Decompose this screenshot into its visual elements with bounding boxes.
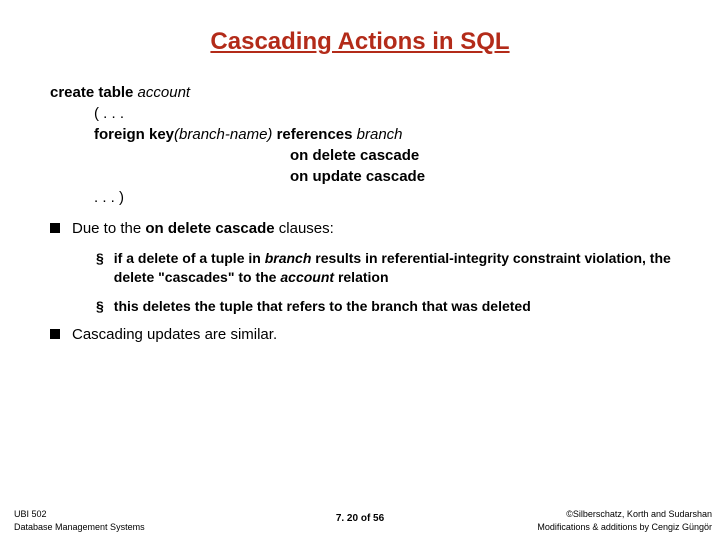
code-ident-branch: branch [357,126,403,143]
bullets-container: Due to the on delete cascade clauses: § if… [50,218,690,345]
footer: UBI 502 ©Silberschatz, Korth and Sudarsh… [0,509,720,532]
code-ident-col: (branch-name) [174,126,272,143]
code-keyword-fk: foreign key [94,126,174,143]
bullet-text: Due to the on delete cascade clauses: [72,218,690,239]
square-bullet-icon [50,329,60,339]
sub-bullet-item: § if a delete of a tuple in branch result… [96,249,690,287]
sub-bullets: § if a delete of a tuple in branch result… [96,249,690,316]
code-line-1: create table account [50,82,690,103]
footer-page: 7. 20 of 56 [0,513,720,524]
code-keyword-ref: references [277,126,357,143]
code-line-3: foreign key(branch-name) references bran… [94,124,690,145]
sub-bullet-text: this deletes the tuple that refers to th… [114,297,690,316]
code-line-2: ( . . . [94,103,690,124]
bullet-item: Cascading updates are similar. [50,324,690,345]
code-keyword-create: create table [50,84,138,101]
section-sign-icon: § [96,297,104,315]
code-line-6: . . . ) [94,187,690,208]
code-line-5: on update cascade [290,166,690,187]
sub-bullet-item: § this deletes the tuple that refers to t… [96,297,690,316]
section-sign-icon: § [96,249,104,267]
code-line-4: on delete cascade [290,145,690,166]
sub-bullet-text: if a delete of a tuple in branch results… [114,249,690,287]
square-bullet-icon [50,223,60,233]
code-ident-account: account [138,84,191,101]
bullet-text: Cascading updates are similar. [72,324,690,345]
slide-title: Cascading Actions in SQL [0,0,720,82]
bullet-item: Due to the on delete cascade clauses: [50,218,690,239]
slide-content: create table account ( . . . foreign key… [0,82,720,345]
code-block: create table account ( . . . foreign key… [50,82,690,208]
